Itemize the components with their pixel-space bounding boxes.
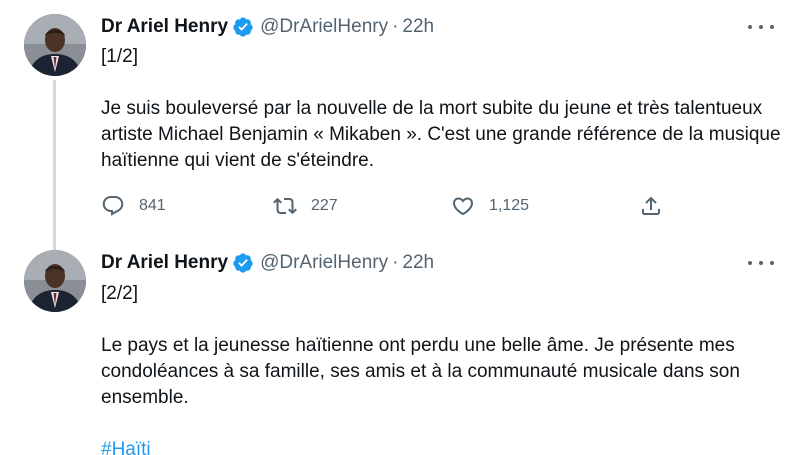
more-options-icon[interactable] xyxy=(748,22,774,32)
thread-marker: [1/2] xyxy=(101,46,138,67)
avatar[interactable] xyxy=(24,14,86,76)
tweet-timestamp[interactable]: 22h xyxy=(402,16,434,38)
tweet-actions: 841 227 1,125 xyxy=(101,194,681,220)
share-button[interactable] xyxy=(639,194,663,218)
avatar[interactable] xyxy=(24,250,86,312)
tweet[interactable]: Dr Ariel Henry @DrArielHenry · 22h [1/2]… xyxy=(0,0,800,237)
more-options-icon[interactable] xyxy=(748,258,774,268)
hashtag-link[interactable]: #Haïti xyxy=(101,439,151,455)
reply-icon xyxy=(102,196,124,216)
retweet-icon xyxy=(273,197,297,215)
verified-badge-icon xyxy=(232,16,254,38)
tweet-body: Le pays et la jeunesse haïtienne ont per… xyxy=(101,335,740,408)
like-count: 1,125 xyxy=(489,197,530,214)
author-name[interactable]: Dr Ariel Henry xyxy=(101,16,228,38)
like-button[interactable]: 1,125 xyxy=(451,194,529,218)
tweet-timestamp[interactable]: 22h xyxy=(402,252,434,274)
like-icon xyxy=(452,197,474,216)
reply-button[interactable]: 841 xyxy=(101,194,166,218)
tweet-text: [1/2] Je suis bouleversé par la nouvelle… xyxy=(101,44,781,174)
retweet-button[interactable]: 227 xyxy=(273,194,338,218)
tweet-header: Dr Ariel Henry @DrArielHenry · 22h xyxy=(101,14,434,40)
retweet-count: 227 xyxy=(311,197,338,214)
reply-count: 841 xyxy=(139,197,166,214)
separator-dot: · xyxy=(392,252,399,273)
tweet-header: Dr Ariel Henry @DrArielHenry · 22h xyxy=(101,250,434,276)
separator-dot: · xyxy=(392,16,399,37)
author-handle[interactable]: @DrArielHenry xyxy=(260,252,388,274)
thread-marker: [2/2] xyxy=(101,283,138,304)
tweet-text: [2/2] Le pays et la jeunesse haïtienne o… xyxy=(101,281,781,455)
tweet-body: Je suis bouleversé par la nouvelle de la… xyxy=(101,98,781,171)
author-name[interactable]: Dr Ariel Henry xyxy=(101,252,228,274)
share-icon xyxy=(642,196,660,215)
tweet[interactable]: Dr Ariel Henry @DrArielHenry · 22h [2/2]… xyxy=(0,237,800,455)
author-handle[interactable]: @DrArielHenry xyxy=(260,16,388,38)
verified-badge-icon xyxy=(232,252,254,274)
